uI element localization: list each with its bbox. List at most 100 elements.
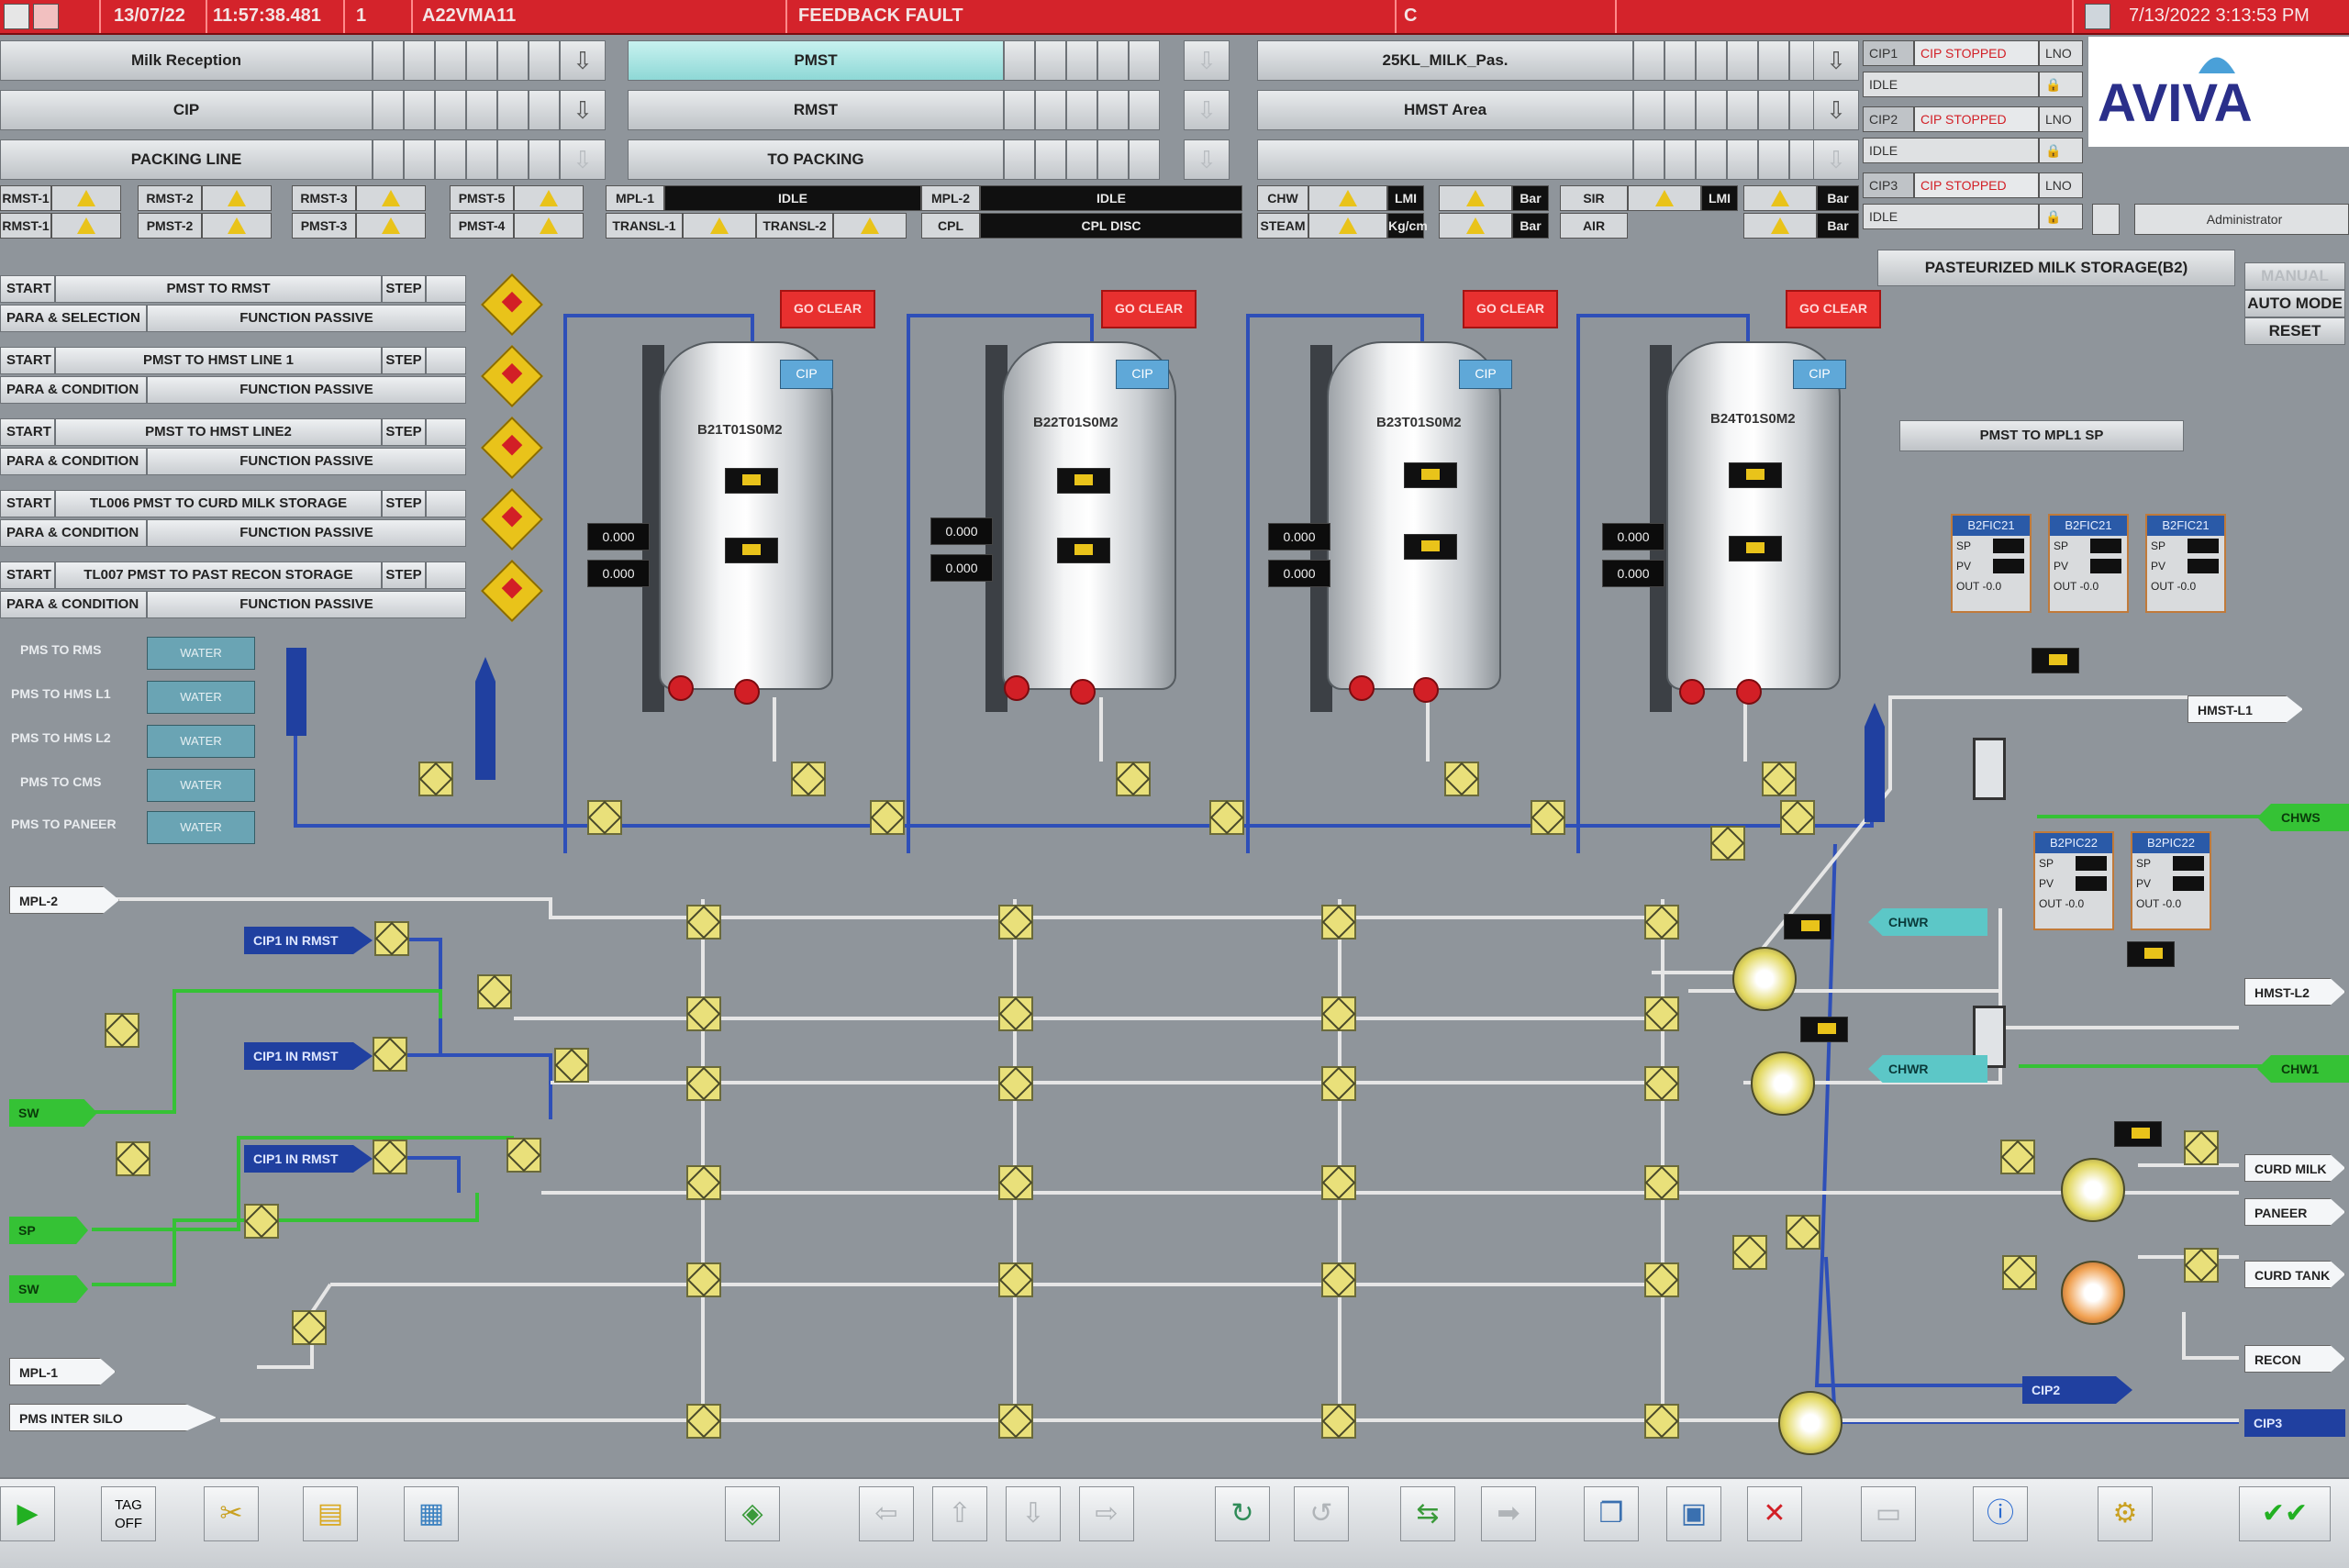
valve[interactable] [292, 1310, 327, 1345]
valve[interactable] [244, 1204, 279, 1239]
valve[interactable] [998, 1165, 1033, 1200]
tank3-go-clear[interactable]: GO CLEAR [1463, 290, 1558, 328]
valve[interactable] [373, 1037, 407, 1072]
tag-chw1[interactable]: CHW1 [2257, 1055, 2349, 1083]
tag-cip2[interactable]: CIP2 [2022, 1376, 2132, 1404]
valve[interactable] [1780, 800, 1815, 835]
tag-sp[interactable]: SP [9, 1217, 88, 1244]
tag-cip1-in-rmst-3[interactable]: CIP1 IN RMST [244, 1145, 373, 1173]
tag-recon[interactable]: RECON [2244, 1345, 2345, 1373]
tank4-go-clear[interactable]: GO CLEAR [1786, 290, 1881, 328]
tools-icon[interactable]: ✂ [204, 1486, 259, 1541]
valve[interactable] [1786, 1215, 1820, 1250]
pid-box[interactable]: B2FIC21 SP PV OUT -0.0 [2048, 514, 2129, 613]
tank2-cip-tag[interactable]: CIP [1116, 360, 1169, 389]
ack-all-icon[interactable]: ✔✔ [2239, 1486, 2331, 1541]
valve[interactable] [791, 762, 826, 796]
print-icon[interactable]: ▭ [1861, 1486, 1916, 1541]
tank-4[interactable] [1666, 341, 1841, 690]
tag-sw-2[interactable]: SW [9, 1275, 88, 1303]
pid-box[interactable]: B2PIC22 SP PV OUT -0.0 [2033, 831, 2114, 930]
valve[interactable] [1321, 996, 1356, 1031]
forward-icon[interactable]: ➡ [1481, 1486, 1536, 1541]
pid-box[interactable]: B2FIC21 SP PV OUT -0.0 [1951, 514, 2032, 613]
valve[interactable] [998, 1262, 1033, 1297]
refresh-icon[interactable]: ↻ [1215, 1486, 1270, 1541]
valve[interactable] [587, 800, 622, 835]
valve[interactable] [507, 1138, 541, 1173]
valve[interactable] [1732, 1235, 1767, 1270]
arrow-left-icon[interactable]: ⇦ [859, 1486, 914, 1541]
tools-settings-icon[interactable]: ⚙ [2098, 1486, 2153, 1541]
tank2-go-clear[interactable]: GO CLEAR [1101, 290, 1197, 328]
valve[interactable] [686, 1066, 721, 1101]
valve[interactable] [1321, 1066, 1356, 1101]
valve[interactable] [998, 905, 1033, 940]
tag-mpl2[interactable]: MPL-2 [9, 886, 119, 914]
tank-1[interactable] [659, 341, 833, 690]
folder-icon[interactable]: ▤ [303, 1486, 358, 1541]
arrow-down-icon[interactable]: ⇩ [1006, 1486, 1061, 1541]
valve[interactable] [1644, 1165, 1679, 1200]
tag-chwr-1[interactable]: CHWR [1868, 908, 1987, 936]
tag-cip1-in-rmst-1[interactable]: CIP1 IN RMST [244, 927, 373, 954]
tank3-cip-tag[interactable]: CIP [1459, 360, 1512, 389]
redo-icon[interactable]: ↺ [1294, 1486, 1349, 1541]
pump-icon[interactable] [2061, 1158, 2125, 1222]
valve[interactable] [1710, 826, 1745, 861]
valve[interactable] [1116, 762, 1151, 796]
valve[interactable] [373, 1140, 407, 1174]
tag-chws[interactable]: CHWS [2257, 804, 2349, 831]
pump-icon[interactable] [2061, 1261, 2125, 1325]
pid-box[interactable]: B2PIC22 SP PV OUT -0.0 [2131, 831, 2211, 930]
heat-exchanger-icon[interactable] [1973, 738, 2006, 800]
valve[interactable] [1644, 1404, 1679, 1439]
save-icon[interactable]: ▣ [1666, 1486, 1721, 1541]
valve[interactable] [1321, 905, 1356, 940]
tag-chwr-2[interactable]: CHWR [1868, 1055, 1987, 1083]
play-icon[interactable]: ▶ [0, 1486, 55, 1541]
tank1-go-clear[interactable]: GO CLEAR [780, 290, 875, 328]
tag-hmst-l1[interactable]: HMST-L1 [2188, 695, 2303, 723]
tag-cip1-in-rmst-2[interactable]: CIP1 IN RMST [244, 1042, 373, 1070]
valve[interactable] [1209, 800, 1244, 835]
pump-icon[interactable] [1751, 1051, 1815, 1116]
pid-box[interactable]: B2FIC21 SP PV OUT -0.0 [2145, 514, 2226, 613]
tag-pms-inter-silo[interactable]: PMS INTER SILO [9, 1404, 217, 1431]
valve[interactable] [1321, 1165, 1356, 1200]
valve[interactable] [1644, 996, 1679, 1031]
delete-icon[interactable]: ✕ [1747, 1486, 1802, 1541]
tank4-cip-tag[interactable]: CIP [1793, 360, 1846, 389]
valve[interactable] [374, 921, 409, 956]
valve[interactable] [116, 1141, 150, 1176]
tag-mpl1[interactable]: MPL-1 [9, 1358, 116, 1385]
tag-curd-tank[interactable]: CURD TANK [2244, 1261, 2345, 1288]
tank1-cip-tag[interactable]: CIP [780, 360, 833, 389]
info-icon[interactable]: ⓘ [1973, 1486, 2028, 1541]
valve[interactable] [2184, 1248, 2219, 1283]
pump-icon[interactable] [1778, 1391, 1842, 1455]
valve[interactable] [686, 996, 721, 1031]
valve[interactable] [1644, 905, 1679, 940]
valve[interactable] [870, 800, 905, 835]
tag-hmst-l2[interactable]: HMST-L2 [2244, 978, 2345, 1006]
valve[interactable] [998, 1404, 1033, 1439]
tag-paneer[interactable]: PANEER [2244, 1198, 2345, 1226]
valve[interactable] [1531, 800, 1565, 835]
valve[interactable] [105, 1013, 139, 1048]
valve[interactable] [2000, 1140, 2035, 1174]
valve[interactable] [686, 905, 721, 940]
export-icon[interactable]: ⇆ [1400, 1486, 1455, 1541]
tag-curd-milk[interactable]: CURD MILK [2244, 1154, 2345, 1182]
copy-icon[interactable]: ❐ [1584, 1486, 1639, 1541]
valve[interactable] [1644, 1262, 1679, 1297]
valve[interactable] [1762, 762, 1797, 796]
tank-3[interactable] [1327, 341, 1501, 690]
valve[interactable] [2184, 1130, 2219, 1165]
valve[interactable] [477, 974, 512, 1009]
valve[interactable] [554, 1048, 589, 1083]
tag-sw-1[interactable]: SW [9, 1099, 97, 1127]
report-icon[interactable]: ▦ [404, 1486, 459, 1541]
valve[interactable] [1321, 1404, 1356, 1439]
arrow-right-icon[interactable]: ⇨ [1079, 1486, 1134, 1541]
